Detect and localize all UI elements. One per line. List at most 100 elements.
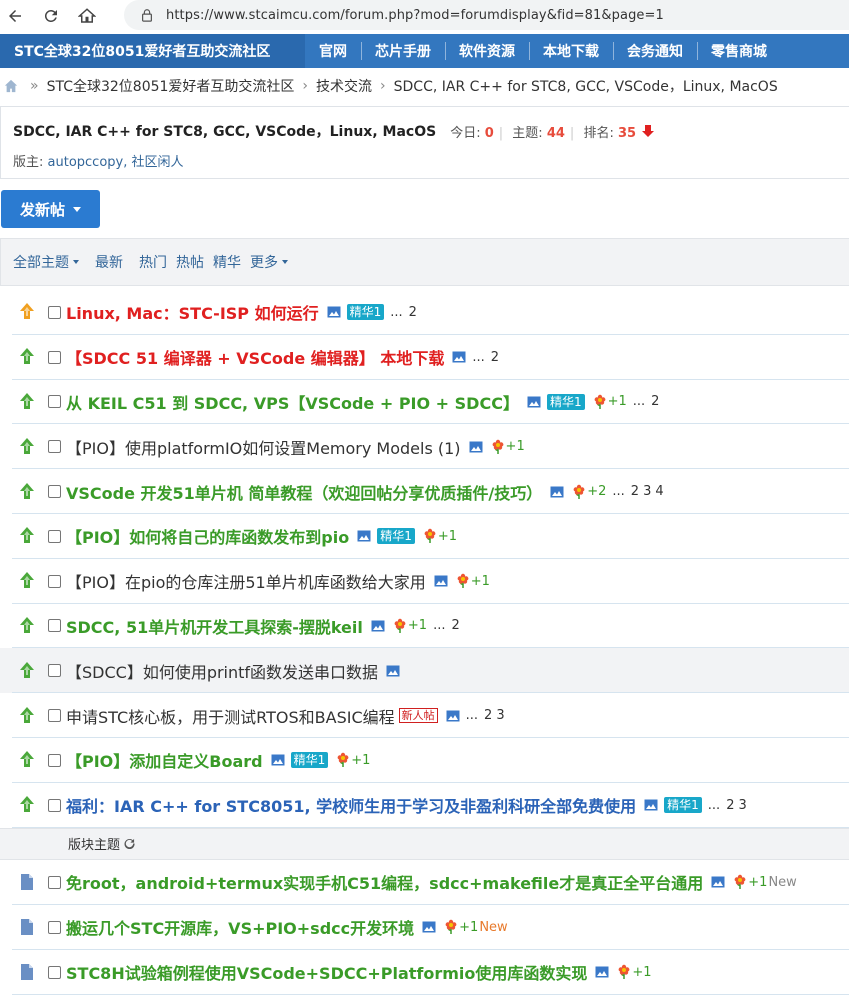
page-link[interactable]: 2 (409, 305, 417, 320)
thread-title-link[interactable]: 【PIO】使用platformIO如何设置Memory Models (1) (66, 435, 461, 459)
pin-up-green-icon[interactable] (16, 481, 38, 503)
page-link[interactable]: 3 (738, 798, 746, 813)
reputation-count: +1 (748, 874, 768, 890)
topics-label: 主题: (512, 125, 543, 141)
topnav-item-official[interactable]: 官网 (305, 34, 361, 68)
thread-title-link[interactable]: Linux, Mac：STC-ISP 如何运行 (66, 300, 319, 324)
topnav-item-store[interactable]: 零售商城 (697, 34, 781, 68)
pin-up-green-icon[interactable] (16, 705, 38, 727)
page-link[interactable]: 2 (491, 350, 499, 365)
thread-title-link[interactable]: 免root，android+termux实现手机C51编程，sdcc+makef… (66, 870, 703, 894)
thread-title-link[interactable]: 申请STC核心板，用于测试RTOS和BASIC编程 (66, 704, 395, 728)
image-attachment-icon (271, 754, 285, 766)
rank-value: 35 (617, 125, 637, 141)
pin-up-green-icon[interactable] (16, 794, 38, 816)
thread-select-checkbox[interactable] (48, 350, 61, 364)
reload-icon (44, 9, 57, 22)
filter-more[interactable]: 更多 (250, 252, 288, 272)
thread-title-link[interactable]: 【SDCC 51 编译器 + VSCode 编辑器】 本地下载 (66, 345, 444, 369)
pin-up-green-icon[interactable] (16, 615, 38, 637)
thread-title-link[interactable]: 【SDCC】如何使用printf函数发送串口数据 (66, 659, 378, 683)
thread-title-link[interactable]: 搬运几个STC开源库，VS+PIO+sdcc开发环境 (66, 915, 414, 939)
moderators-links[interactable]: autopccopy, 社区闲人 (48, 155, 184, 170)
new-user-badge: 新人帖 (398, 708, 438, 724)
filter-hot[interactable]: 热门 (139, 252, 167, 272)
thread-title-link[interactable]: STC8H试验箱例程使用VSCode+SDCC+Platformio使用库函数实… (66, 960, 587, 984)
back-button[interactable] (0, 1, 30, 31)
topnav-item-notices[interactable]: 会务通知 (613, 34, 697, 68)
thread-select-checkbox[interactable] (48, 574, 61, 588)
thread-select-checkbox[interactable] (48, 798, 61, 812)
thread-select-checkbox[interactable] (48, 619, 61, 633)
home-button[interactable] (72, 1, 102, 31)
thread-select-checkbox[interactable] (48, 965, 61, 979)
page-link[interactable]: 4 (655, 484, 663, 499)
reputation-count: +1 (459, 919, 479, 935)
thread-title-link[interactable]: SDCC, 51单片机开发工具探索-摆脱keil (66, 614, 363, 638)
address-bar[interactable]: https://www.stcaimcu.com/forum.php?mod=f… (124, 0, 849, 30)
thread-row: 【SDCC】如何使用printf函数发送串口数据 (0, 648, 849, 694)
thread-select-checkbox[interactable] (48, 440, 61, 454)
page-link[interactable]: 2 (651, 394, 659, 409)
breadcrumb-item-forum[interactable]: SDCC, IAR C++ for STC8, GCC, VSCode，Linu… (394, 76, 778, 96)
thread-select-checkbox[interactable] (48, 920, 61, 934)
page-link[interactable]: 2 (631, 484, 639, 499)
pin-up-green-icon[interactable] (16, 391, 38, 413)
thread-select-checkbox[interactable] (48, 305, 61, 319)
document-icon[interactable] (16, 961, 38, 983)
thread-select-checkbox[interactable] (48, 709, 61, 723)
thread-title-link[interactable]: 【PIO】如何将自己的库函数发布到pio (66, 524, 349, 548)
thread-pagination: ... 2 (633, 394, 660, 409)
filter-latest[interactable]: 最新 (95, 252, 123, 272)
thread-title-link[interactable]: 【PIO】添加自定义Board (66, 748, 263, 772)
thread-select-checkbox[interactable] (48, 485, 61, 499)
page-link[interactable]: 3 (643, 484, 651, 499)
pin-up-orange-icon[interactable] (16, 301, 38, 323)
refresh-icon[interactable] (124, 838, 135, 850)
site-brand-link[interactable]: STC全球32位8051爱好者互助交流社区 (0, 34, 305, 68)
thread-title-link[interactable]: 福利：IAR C++ for STC8051, 学校师生用于学习及非盈利科研全部… (66, 793, 636, 817)
page-link[interactable]: 3 (496, 708, 504, 723)
breadcrumb-item-community[interactable]: STC全球32位8051爱好者互助交流社区 (47, 76, 295, 96)
thread-row: 【PIO】在pio的仓库注册51单片机库函数给大家用 +1 (0, 559, 849, 604)
document-icon[interactable] (16, 871, 38, 893)
filter-hot-posts[interactable]: 热帖 (176, 252, 204, 272)
site-info-icon[interactable] (140, 8, 154, 22)
thread-title-link[interactable]: 从 KEIL C51 到 SDCC, VPS【VSCode + PIO + SD… (66, 390, 519, 414)
page-link[interactable]: 2 (451, 618, 459, 633)
breadcrumb: » STC全球32位8051爱好者互助交流社区 › 技术交流 › SDCC, I… (0, 74, 778, 98)
page-link[interactable]: 2 (484, 708, 492, 723)
thread-select-checkbox[interactable] (48, 664, 61, 678)
topnav-item-datasheets[interactable]: 芯片手册 (361, 34, 445, 68)
thread-select-checkbox[interactable] (48, 753, 61, 767)
pin-up-green-icon[interactable] (16, 346, 38, 368)
thread-row: 搬运几个STC开源库，VS+PIO+sdcc开发环境 +1 New (0, 905, 849, 950)
thread-title-link[interactable]: 【PIO】在pio的仓库注册51单片机库函数给大家用 (66, 569, 426, 593)
thread-select-checkbox[interactable] (48, 529, 61, 543)
browser-toolbar: https://www.stcaimcu.com/forum.php?mod=f… (0, 0, 849, 32)
new-post-button[interactable]: 发新帖 (1, 190, 100, 228)
pin-up-green-icon[interactable] (16, 749, 38, 771)
pagination-ellipsis: ... (465, 708, 479, 724)
reputation-count: +1 (470, 573, 490, 589)
new-indicator: New (768, 874, 797, 890)
thread-row: 【PIO】使用platformIO如何设置Memory Models (1) +1 (0, 424, 849, 469)
pin-up-green-icon[interactable] (16, 436, 38, 458)
topnav-item-downloads[interactable]: 本地下载 (529, 34, 613, 68)
thread-title-link[interactable]: VSCode 开发51单片机 简单教程（欢迎回帖分享优质插件/技巧） (66, 480, 542, 504)
thread-pagination: ... 2 3 (466, 708, 505, 723)
filter-all-topics[interactable]: 全部主题 (13, 252, 79, 272)
breadcrumb-item-tech[interactable]: 技术交流 (316, 76, 372, 96)
topnav-item-software[interactable]: 软件资源 (445, 34, 529, 68)
reputation-count: +1 (407, 618, 428, 634)
pin-up-green-icon[interactable] (16, 525, 38, 547)
thread-select-checkbox[interactable] (48, 875, 61, 889)
page-link[interactable]: 2 (726, 798, 734, 813)
filter-digest[interactable]: 精华 (213, 252, 241, 272)
reload-button[interactable] (36, 1, 66, 31)
home-icon[interactable] (4, 79, 18, 93)
pin-up-green-icon[interactable] (16, 570, 38, 592)
thread-select-checkbox[interactable] (48, 395, 61, 409)
document-icon[interactable] (16, 916, 38, 938)
pin-up-green-icon[interactable] (16, 660, 38, 682)
